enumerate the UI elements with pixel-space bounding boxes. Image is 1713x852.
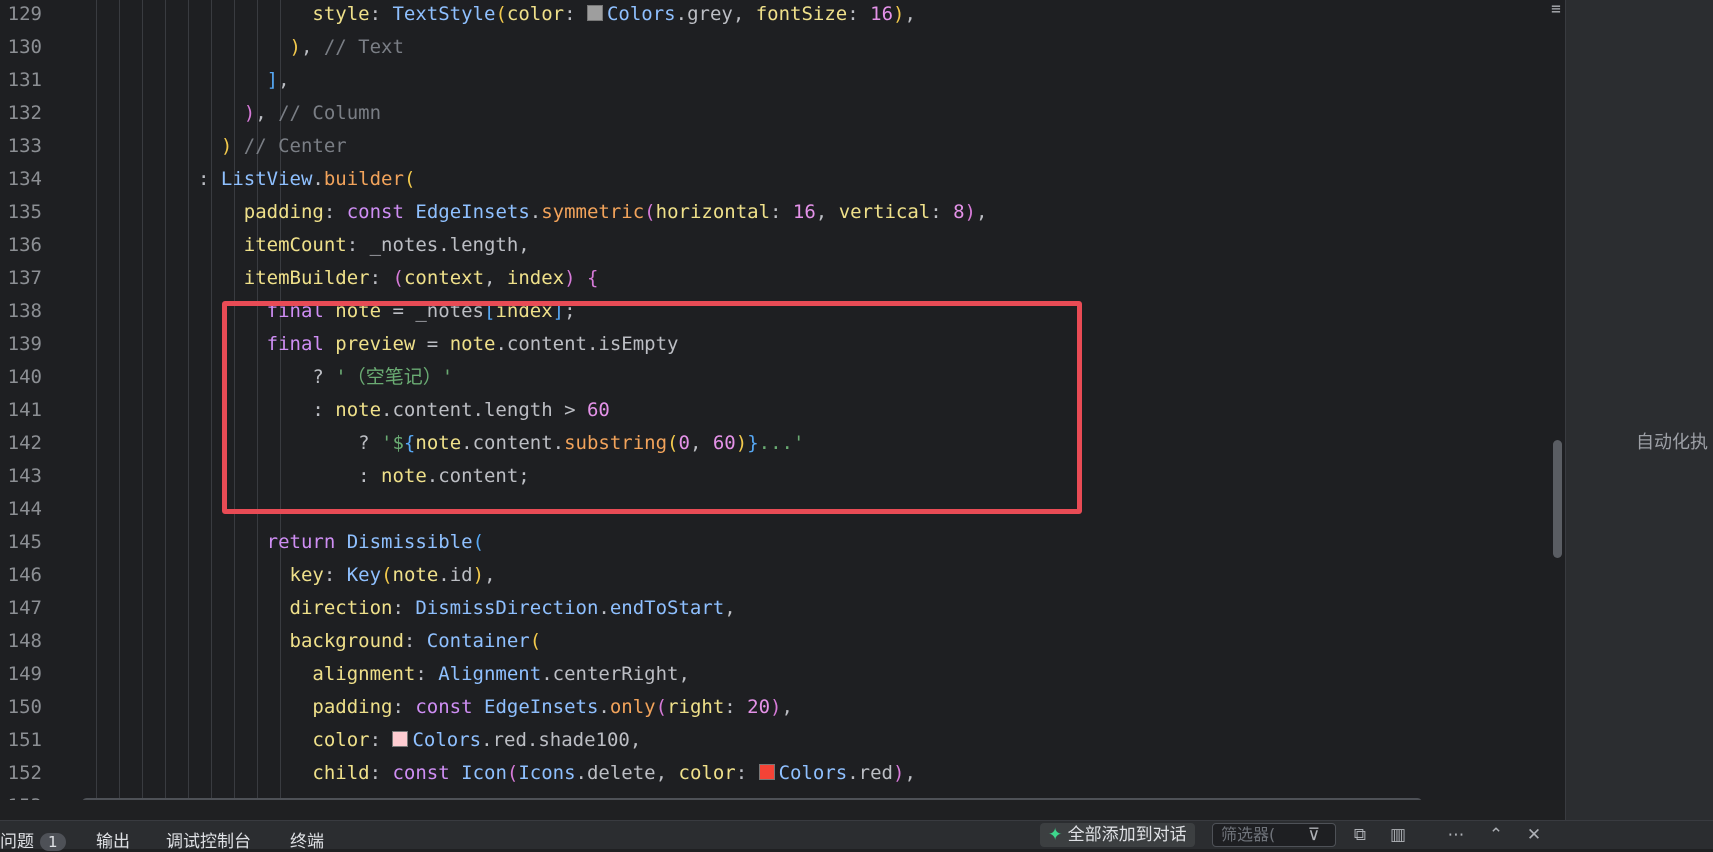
line-number: 152 <box>7 762 42 784</box>
color-swatch-icon[interactable] <box>758 764 775 780</box>
code-line[interactable]: 130 ), // Text <box>0 31 1540 64</box>
line-number: 135 <box>7 201 42 223</box>
code-text: style: TextStyle(color: Colors.grey, fon… <box>312 3 916 25</box>
problems-count-badge: 1 <box>40 833 66 851</box>
line-number: 146 <box>7 564 42 586</box>
code-line[interactable]: 146 key: Key(note.id), <box>0 559 1540 592</box>
line-number: 134 <box>7 168 42 190</box>
code-line[interactable]: 150 padding: const EdgeInsets.only(right… <box>0 691 1540 724</box>
split-layout-icon[interactable]: ▥ <box>1386 823 1410 847</box>
code-text: : ListView.builder( <box>198 168 416 190</box>
code-text: key: Key(note.id), <box>289 564 496 586</box>
add-to-chat-button[interactable]: ✦ 全部添加到对话 <box>1040 823 1195 847</box>
vertical-scrollbar[interactable] <box>1547 0 1565 800</box>
line-number: 131 <box>7 69 42 91</box>
line-number: 148 <box>7 630 42 652</box>
line-number: 140 <box>7 366 42 388</box>
line-number: 133 <box>7 135 42 157</box>
code-line[interactable]: 149 alignment: Alignment.centerRight, <box>0 658 1540 691</box>
line-number: 137 <box>7 267 42 289</box>
code-line[interactable]: 135 padding: const EdgeInsets.symmetric(… <box>0 196 1540 229</box>
bottom-panel-bar: 问题 1 输出 调试控制台 终端 ✦ 全部添加到对话 筛选器( ⊽ ⧉ ▥ ⋯ ⌃… <box>0 820 1713 852</box>
code-text: padding: const EdgeInsets.symmetric(hori… <box>243 201 988 223</box>
copy-icon[interactable]: ⧉ <box>1348 823 1372 847</box>
code-line[interactable]: 134 : ListView.builder( <box>0 163 1540 196</box>
tab-terminal[interactable]: 终端 <box>290 827 324 852</box>
code-line[interactable]: 137 itemBuilder: (context, index) { <box>0 262 1540 295</box>
tab-problems[interactable]: 问题 1 <box>0 827 66 852</box>
tab-output[interactable]: 输出 <box>96 827 130 852</box>
code-text: padding: const EdgeInsets.only(right: 20… <box>312 696 793 718</box>
add-to-chat-label: 全部添加到对话 <box>1067 825 1187 845</box>
code-text: itemBuilder: (context, index) { <box>243 267 599 289</box>
code-text: ), // Column <box>243 102 382 124</box>
code-text: alignment: Alignment.centerRight, <box>312 663 690 685</box>
code-text: return Dismissible( <box>266 531 485 553</box>
code-text: color: Colors.red.shade100, <box>312 729 642 751</box>
color-swatch-icon[interactable] <box>392 731 409 747</box>
code-line[interactable]: 145 return Dismissible( <box>0 526 1540 559</box>
line-number: 129 <box>7 3 42 25</box>
code-line[interactable]: 148 background: Container( <box>0 625 1540 658</box>
line-number: 151 <box>7 729 42 751</box>
close-icon[interactable]: ✕ <box>1522 823 1546 847</box>
code-line[interactable]: 151 color: Colors.red.shade100, <box>0 724 1540 757</box>
sparkle-icon: ✦ <box>1048 825 1063 845</box>
line-number: 141 <box>7 399 42 421</box>
code-text: ), // Text <box>289 36 404 58</box>
code-line[interactable]: 129 style: TextStyle(color: Colors.grey,… <box>0 0 1540 31</box>
code-text: background: Container( <box>289 630 542 652</box>
editor-minimap-icon[interactable]: ≡ <box>1545 0 1565 18</box>
line-number: 142 <box>7 432 42 454</box>
code-text: ], <box>266 69 290 91</box>
code-text: ) // Center <box>220 135 347 157</box>
line-number: 149 <box>7 663 42 685</box>
code-line[interactable]: 136 itemCount: _notes.length, <box>0 229 1540 262</box>
line-number: 145 <box>7 531 42 553</box>
horizontal-scrollbar-thumb[interactable] <box>82 798 1422 800</box>
line-number: 153 <box>0 790 42 800</box>
code-text: child: const Icon(Icons.delete, color: C… <box>312 762 916 784</box>
line-number: 147 <box>7 597 42 619</box>
code-line[interactable]: 133 ) // Center <box>0 130 1540 163</box>
line-number: 144 <box>7 498 42 520</box>
line-number: 143 <box>7 465 42 487</box>
line-number: 136 <box>7 234 42 256</box>
chevron-up-icon[interactable]: ⌃ <box>1484 823 1508 847</box>
right-panel-label: 自动化执 <box>1636 432 1708 453</box>
tab-debug-console[interactable]: 调试控制台 <box>166 827 251 852</box>
line-number: 132 <box>7 102 42 124</box>
code-text: direction: DismissDirection.endToStart, <box>289 597 736 619</box>
line-number: 139 <box>7 333 42 355</box>
line-number: 138 <box>7 300 42 322</box>
code-editor[interactable]: 129 style: TextStyle(color: Colors.grey,… <box>0 0 1565 800</box>
code-text: itemCount: _notes.length, <box>243 234 530 256</box>
code-line[interactable]: 147 direction: DismissDirection.endToSta… <box>0 592 1540 625</box>
code-line[interactable]: 132 ), // Column <box>0 97 1540 130</box>
more-icon[interactable]: ⋯ <box>1444 823 1468 847</box>
line-number: 130 <box>7 36 42 58</box>
highlight-box <box>222 301 1082 514</box>
color-swatch-icon[interactable] <box>586 5 603 21</box>
right-side-panel: 自动化执 <box>1565 0 1713 848</box>
filter-icon[interactable]: ⊽ <box>1302 823 1326 847</box>
code-line[interactable]: 131 ], <box>0 64 1540 97</box>
line-number: 150 <box>7 696 42 718</box>
code-line[interactable]: 152 child: const Icon(Icons.delete, colo… <box>0 757 1540 790</box>
vertical-scrollbar-thumb[interactable] <box>1553 440 1562 558</box>
tab-problems-label: 问题 <box>0 832 34 852</box>
